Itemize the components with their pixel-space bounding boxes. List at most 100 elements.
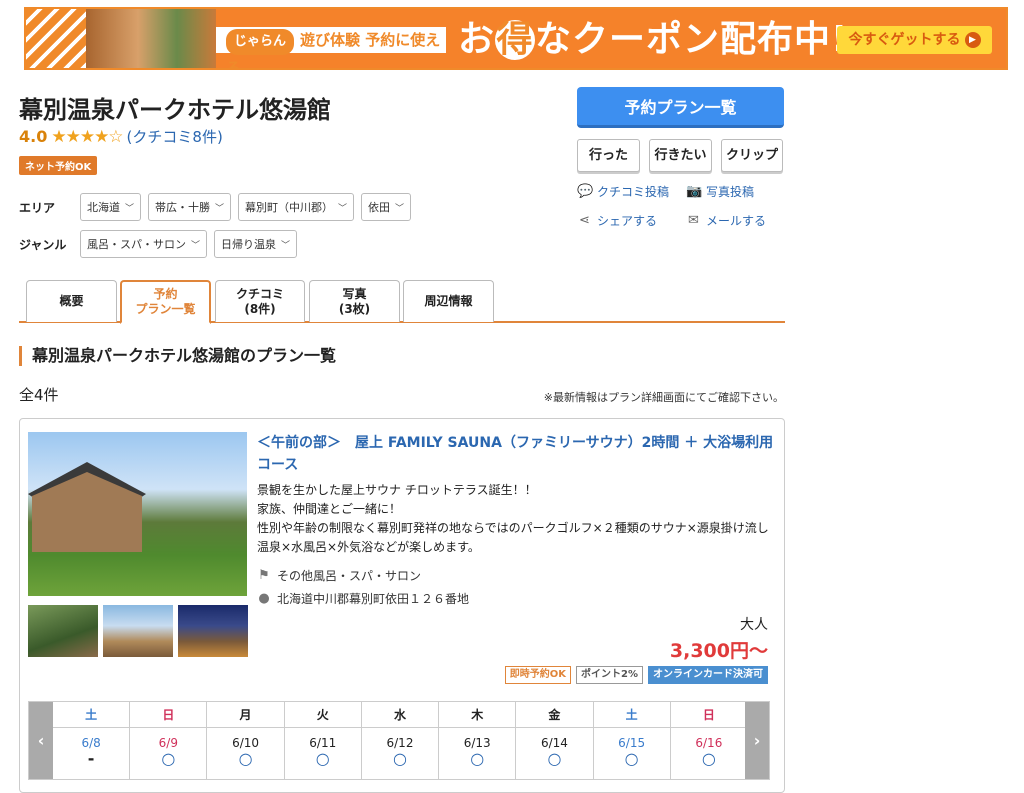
plan-badges: 即時予約OK ポイント2% オンラインカード決済可	[504, 666, 768, 684]
online-card-badge: オンラインカード決済可	[648, 666, 768, 684]
chevron-down-icon: ﹀	[281, 240, 291, 251]
calendar-day[interactable]: 日 6/16 ○	[670, 702, 747, 779]
area-select-district[interactable]: 依田 ﹀	[361, 193, 412, 221]
area-select-prefecture[interactable]: 北海道 ﹀	[80, 193, 142, 221]
chevron-left-icon: ‹	[37, 731, 45, 750]
calendar-dow: 水	[361, 702, 439, 728]
plan-thumb-3[interactable]	[178, 605, 248, 657]
available-circle-icon[interactable]: ○	[285, 750, 361, 768]
mail-link[interactable]: ✉ メールする	[686, 212, 766, 229]
calendar-dow: 土	[53, 702, 130, 728]
plan-list-heading: 幕別温泉パークホテル悠湯館のプラン一覧	[19, 346, 336, 366]
chevron-down-icon: ﹀	[395, 203, 405, 214]
plan-address-label: 北海道中川郡幕別町依田１２６番地	[277, 592, 470, 606]
tab-overview[interactable]: 概要	[26, 280, 117, 322]
chevron-down-icon: ﹀	[125, 203, 135, 214]
plan-main-photo[interactable]	[28, 432, 247, 596]
calendar-day[interactable]: 土 6/8-	[53, 702, 131, 779]
clip-button[interactable]: クリップ	[721, 139, 783, 172]
rating-row: 4.0 ★★★★☆ (クチコミ8件)	[19, 126, 223, 147]
genre-select-sub[interactable]: 日帰り温泉 ﹀	[214, 230, 298, 258]
tab-plans-line2: プラン一覧	[135, 302, 196, 316]
share-link[interactable]: ⋖ シェアする	[577, 212, 657, 229]
plan-category: ⚑ その他風呂・スパ・サロン	[257, 567, 421, 584]
plan-thumb-2[interactable]	[103, 605, 173, 657]
chevron-down-icon: ﹀	[338, 203, 348, 214]
plan-desc-line2: 家族、仲間達とご一緒に！	[257, 502, 402, 516]
tab-plans-line1: 予約	[153, 287, 178, 301]
calendar-date: 6/9	[158, 736, 178, 750]
available-circle-icon[interactable]: ○	[362, 750, 438, 768]
speech-bubble-icon: 💬	[577, 183, 594, 199]
tab-photos[interactable]: 写真 (3枚)	[309, 280, 400, 322]
rating-score: 4.0	[19, 127, 48, 146]
share-label: シェアする	[597, 214, 658, 228]
area-select-region[interactable]: 帯広・十勝 ﹀	[148, 193, 232, 221]
calendar-days: 土 6/8- 日 6/9 ○ 月 6/10 ○ 火 6/11 ○ 水 6/12 ○ 木 6/13 ○ 金 6/14 ○…	[53, 702, 747, 779]
coupon-banner[interactable]: じゃらん 遊び体験 予約に使える お得なクーポン配布中! 今すぐゲットする ▶	[24, 7, 1008, 70]
jalan-pill: じゃらん	[226, 29, 295, 55]
photo-post-label: 写真投稿	[706, 185, 755, 199]
available-circle-icon[interactable]: ○	[516, 750, 592, 768]
tab-plans[interactable]: 予約 プラン一覧	[120, 280, 211, 324]
calendar-dow: 日	[670, 702, 747, 728]
tab-bar: 概要 予約 プラン一覧 クチコミ (8件) 写真 (3枚) 周辺情報	[19, 280, 785, 324]
plan-card[interactable]: ＜午前の部＞ 屋上 FAMILY SAUNA（ファミリーサウナ）2時間 ＋ 大浴…	[19, 418, 785, 793]
tab-nearby[interactable]: 周辺情報	[403, 280, 494, 322]
genre-select-main-value: 風呂・スパ・サロン	[87, 238, 186, 251]
banner-headline-a: お	[458, 19, 496, 60]
chevron-right-icon: ›	[753, 731, 761, 750]
review-post-link[interactable]: 💬 クチコミ投稿	[577, 183, 669, 200]
plan-list-button[interactable]: 予約プラン一覧	[577, 87, 784, 128]
plan-title-link[interactable]: ＜午前の部＞ 屋上 FAMILY SAUNA（ファミリーサウナ）2時間 ＋ 大浴…	[257, 432, 777, 476]
calendar-dow: 木	[439, 702, 516, 728]
tab-reviews[interactable]: クチコミ (8件)	[215, 280, 305, 322]
calendar-prev-button[interactable]: ‹	[29, 702, 53, 779]
calendar-day[interactable]: 日 6/9 ○	[130, 702, 208, 779]
calendar-date: 6/13	[463, 736, 491, 750]
went-button[interactable]: 行った	[577, 139, 640, 172]
genre-select-main[interactable]: 風呂・スパ・サロン ﹀	[80, 230, 208, 258]
calendar-dow: 月	[207, 702, 284, 728]
plan-desc-line3: 性別や年齢の制限なく幕別町発祥の地ならではのパークゴルフ×２種類のサウナ×源泉掛…	[257, 521, 769, 554]
banner-stripes	[26, 9, 86, 68]
review-count-link[interactable]: (クチコミ8件)	[127, 126, 223, 147]
available-circle-icon[interactable]: ○	[439, 750, 515, 768]
tab-reviews-label: クチコミ (8件)	[236, 287, 284, 317]
calendar-day[interactable]: 金 6/14 ○	[516, 702, 594, 779]
available-circle-icon[interactable]: ○	[130, 750, 206, 768]
area-select-district-value: 依田	[368, 201, 391, 214]
banner-headline-b: なクーポン配布中!	[535, 19, 849, 60]
point-badge: ポイント2%	[576, 666, 643, 684]
area-select-prefecture-value: 北海道	[87, 201, 120, 214]
update-note: ※最新情報はプラン詳細画面にてご確認下さい。	[543, 391, 784, 404]
plan-thumb-1[interactable]	[28, 605, 98, 657]
calendar-day[interactable]: 土 6/15 ○	[593, 702, 671, 779]
tab-plans-label: 予約 プラン一覧	[135, 287, 195, 317]
rating-stars-icon: ★★★★☆	[51, 126, 123, 147]
calendar-next-button[interactable]: ›	[745, 702, 769, 779]
banner-cta-button[interactable]: 今すぐゲットする ▶	[837, 26, 992, 54]
calendar-day[interactable]: 水 6/12 ○	[361, 702, 440, 779]
tab-photos-line2: (3枚)	[338, 301, 371, 316]
available-circle-icon[interactable]: ○	[207, 750, 283, 768]
area-select-town[interactable]: 幕別町（中川郡） ﹀	[238, 193, 355, 221]
photo-post-link[interactable]: 📷 写真投稿	[686, 183, 754, 200]
action-buttons: 行った 行きたい クリップ	[577, 139, 783, 172]
calendar-day[interactable]: 木 6/13 ○	[439, 702, 517, 779]
calendar-date: 6/16	[695, 736, 723, 750]
available-circle-icon[interactable]: ○	[671, 750, 747, 768]
available-circle-icon[interactable]: ○	[594, 750, 670, 768]
map-pin-icon: ●	[258, 591, 270, 606]
tab-photos-label: 写真 (3枚)	[339, 287, 370, 317]
genre-select-sub-value: 日帰り温泉	[221, 238, 277, 251]
plan-category-label: その他風呂・スパ・サロン	[277, 569, 422, 583]
mail-icon: ✉	[688, 212, 699, 228]
calendar-day[interactable]: 火 6/11 ○	[284, 702, 362, 779]
share-icon: ⋖	[579, 212, 590, 228]
banner-headline: お得なクーポン配布中!	[458, 17, 848, 63]
area-row: エリア 北海道 ﹀ 帯広・十勝 ﹀ 幕別町（中川郡） ﹀ 依田 ﹀	[19, 192, 418, 222]
calendar-day[interactable]: 月 6/10 ○	[207, 702, 285, 779]
calendar-date: 6/15	[618, 736, 646, 750]
want-to-go-button[interactable]: 行きたい	[649, 139, 712, 172]
